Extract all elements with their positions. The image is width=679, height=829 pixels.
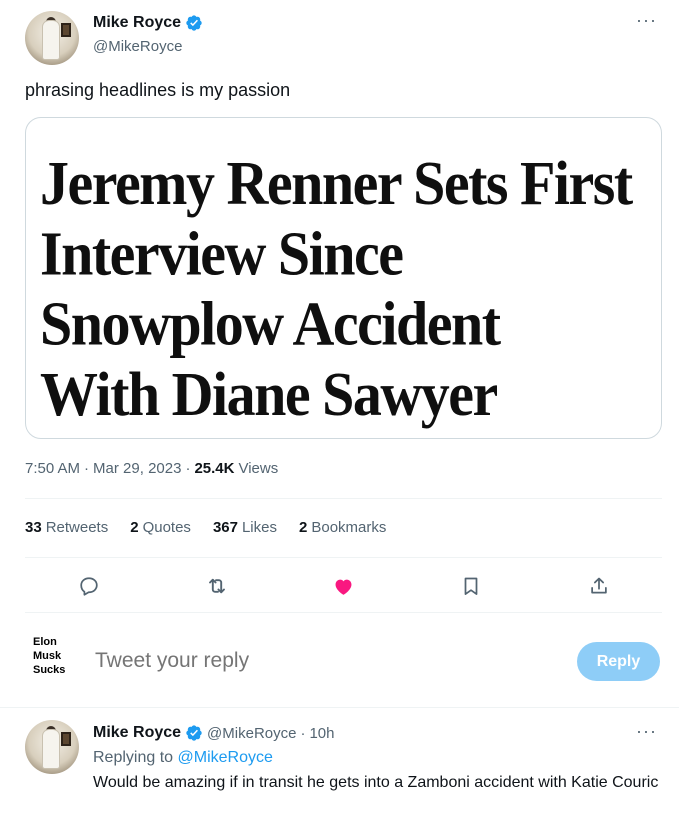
retweet-button[interactable] — [203, 572, 231, 600]
reply-button[interactable] — [75, 572, 103, 600]
divider — [25, 498, 662, 499]
tweet-media-image[interactable]: Jeremy Renner Sets First Interview Since… — [25, 117, 662, 439]
like-icon — [335, 579, 351, 595]
stat-bookmarks[interactable]: 2 Bookmarks — [299, 519, 386, 536]
author-handle[interactable]: @MikeRoyce — [93, 38, 182, 55]
views-count[interactable]: 25.4K — [194, 460, 234, 477]
reply-input[interactable] — [95, 649, 555, 673]
reply-more-options-icon[interactable]: ··· — [636, 721, 657, 742]
tweet-text: phrasing headlines is my passion — [25, 80, 291, 100]
tweet-time[interactable]: 7:50 AM — [25, 460, 80, 477]
author-avatar[interactable] — [25, 11, 79, 65]
reply-author-handle[interactable]: @MikeRoyce — [207, 725, 296, 742]
image-headline: Jeremy Renner Sets First Interview Since… — [40, 148, 640, 429]
reply-tweet[interactable]: Mike Royce @MikeRoyce · 10h ··· Replying… — [0, 708, 679, 829]
retweet-icon — [209, 578, 225, 594]
stat-label: Likes — [241, 519, 277, 536]
stat-label: Quotes — [142, 519, 191, 536]
avatar-text-line: Elon — [33, 636, 57, 648]
headline-line: Jeremy Renner Sets First — [40, 148, 633, 219]
bookmark-icon — [464, 577, 478, 595]
stat-number: 2 — [130, 519, 139, 536]
author-display-name[interactable]: Mike Royce — [93, 14, 181, 32]
headline-line: Interview Since — [40, 218, 404, 289]
avatar-text-line: Musk — [33, 650, 62, 662]
divider — [25, 612, 662, 613]
replying-prefix: Replying to — [93, 749, 174, 766]
stat-label: Retweets — [45, 519, 109, 536]
reply-author-row: Mike Royce @MikeRoyce · 10h — [93, 724, 335, 742]
share-icon — [591, 577, 607, 594]
author-name-row: Mike Royce — [93, 14, 203, 32]
avatar-frame — [61, 732, 71, 746]
stat-number: 33 — [25, 519, 42, 536]
stat-quotes[interactable]: 2 Quotes — [130, 519, 191, 536]
avatar-frame — [61, 23, 71, 37]
views-label: Views — [238, 460, 279, 477]
divider — [25, 557, 662, 558]
tweet-actions — [25, 568, 662, 604]
stat-number: 367 — [212, 519, 238, 536]
stat-label: Bookmarks — [311, 519, 387, 536]
verified-badge-icon — [186, 725, 202, 741]
reply-age[interactable]: 10h — [309, 725, 334, 742]
stat-likes[interactable]: 367 Likes — [213, 519, 277, 536]
reply-text: Would be amazing if in transit he gets i… — [93, 774, 659, 791]
reply-author-avatar[interactable] — [25, 720, 79, 774]
replying-to: Replying to @MikeRoyce — [93, 749, 273, 767]
bookmark-button[interactable] — [457, 572, 485, 600]
reply-submit-button[interactable]: Reply — [577, 642, 660, 681]
headline-line: With Diane Sawyer — [40, 358, 498, 429]
meta-separator: · — [84, 460, 90, 477]
verified-badge-icon — [186, 15, 202, 31]
avatar-figure — [43, 21, 59, 59]
tweet-date[interactable]: Mar 29, 2023 — [93, 460, 181, 477]
engagement-stats: 33 Retweets 2 Quotes 367 Likes 2 Bookmar… — [25, 519, 386, 536]
avatar-text-line: Sucks — [33, 664, 66, 676]
meta-separator: · — [185, 460, 191, 477]
stat-number: 2 — [299, 519, 308, 536]
share-button[interactable] — [585, 572, 613, 600]
more-options-icon[interactable]: ··· — [636, 10, 657, 31]
reply-icon — [80, 577, 98, 596]
current-user-avatar[interactable]: Elon Musk Sucks — [28, 635, 78, 691]
avatar-figure — [43, 730, 59, 768]
reply-author-display-name[interactable]: Mike Royce — [93, 724, 181, 742]
meta-separator: · — [300, 724, 306, 742]
tweet-meta: 7:50 AM · Mar 29, 2023 · 25.4K Views — [25, 460, 278, 477]
stat-retweets[interactable]: 33 Retweets — [25, 519, 108, 536]
headline-line: Snowplow Accident — [40, 288, 501, 359]
replying-mention-link[interactable]: @MikeRoyce — [178, 749, 273, 766]
reply-composer: Elon Musk Sucks Reply — [0, 620, 679, 708]
like-button[interactable] — [329, 572, 357, 600]
